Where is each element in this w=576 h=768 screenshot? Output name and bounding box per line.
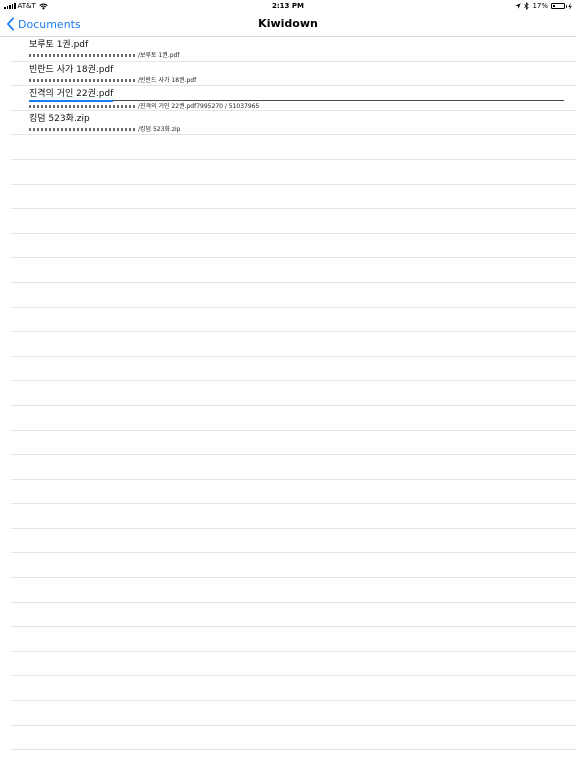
path-prefix-redacted <box>29 127 137 131</box>
empty-row <box>11 578 576 603</box>
download-path-text: /빈란드 사가 18권.pdf <box>138 76 197 84</box>
path-prefix-redacted <box>29 105 137 109</box>
empty-row <box>11 135 576 160</box>
download-list: 보루토 1권.pdf/보루토 1권.pdf 빈란드 사가 18권.pdf/빈란드 … <box>0 37 576 751</box>
download-file-path: /보루토 1권.pdf <box>29 51 559 60</box>
empty-row <box>11 553 576 579</box>
download-path-text: /보루토 1권.pdf <box>138 52 180 59</box>
empty-row <box>11 701 576 726</box>
download-file-name: 빈란드 사가 18권.pdf <box>29 64 114 75</box>
path-prefix-redacted <box>29 54 137 57</box>
download-path-text: /진격의 거인 22권.pdf7995270 / 51037965 <box>138 103 260 111</box>
empty-row <box>11 455 576 480</box>
empty-row <box>11 234 576 259</box>
bluetooth-icon <box>524 2 530 10</box>
navigation-bar: Documents Kiwidown <box>0 12 576 37</box>
empty-row <box>11 406 576 431</box>
charging-bolt-icon <box>568 2 572 10</box>
empty-row <box>11 185 576 210</box>
download-file-name: 킹덤 523화.zip <box>29 113 90 124</box>
empty-row <box>11 529 576 554</box>
path-prefix-redacted <box>29 78 137 82</box>
download-row[interactable]: 빈란드 사가 18권.pdf/빈란드 사가 18권.pdf <box>11 62 576 87</box>
empty-row <box>11 603 576 628</box>
empty-row <box>11 627 576 652</box>
battery-percent: 17% <box>532 2 548 10</box>
empty-row <box>11 676 576 702</box>
empty-row <box>11 504 576 529</box>
empty-row <box>11 308 576 333</box>
empty-row <box>11 381 576 406</box>
status-right: 17% <box>515 0 572 12</box>
empty-row <box>11 431 576 456</box>
download-file-name: 진격의 거인 22권.pdf <box>29 89 114 100</box>
empty-row <box>11 726 576 751</box>
battery-level-fill <box>553 5 555 7</box>
empty-row <box>11 332 576 357</box>
empty-row <box>11 357 576 382</box>
download-file-path: /킹덤 523화.zip <box>29 125 559 134</box>
download-file-name: 보루토 1권.pdf <box>29 40 89 50</box>
empty-row <box>11 283 576 308</box>
empty-row <box>11 258 576 283</box>
empty-row <box>11 480 576 505</box>
empty-row <box>11 160 576 185</box>
location-arrow-icon <box>515 3 522 9</box>
download-row[interactable]: 보루토 1권.pdf/보루토 1권.pdf <box>11 37 576 62</box>
status-bar: AT&T 2:13 PM 17% <box>0 0 576 12</box>
status-time: 2:13 PM <box>272 2 304 10</box>
download-row[interactable]: 진격의 거인 22권.pdf/진격의 거인 22권.pdf7995270 / 5… <box>11 86 576 111</box>
page-title: Kiwidown <box>258 17 318 30</box>
screen: AT&T 2:13 PM 17% Documents Kiwidown 보루토 … <box>0 0 576 768</box>
download-path-text: /킹덤 523화.zip <box>138 125 181 133</box>
empty-row <box>11 652 576 677</box>
download-row[interactable]: 킹덤 523화.zip/킹덤 523화.zip <box>11 111 576 136</box>
battery-icon <box>551 3 567 9</box>
empty-row <box>11 209 576 234</box>
download-file-path: /빈란드 사가 18권.pdf <box>29 76 559 85</box>
